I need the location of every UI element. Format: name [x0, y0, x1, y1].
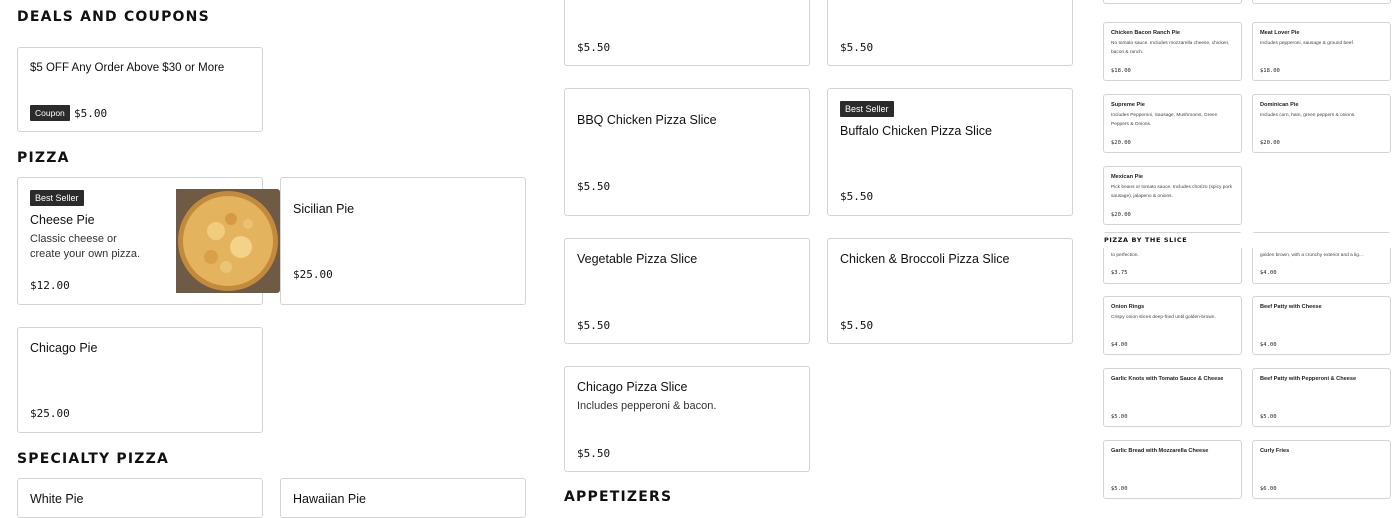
item-name: Onion Rings: [1111, 304, 1145, 310]
item-price: $5.50: [577, 319, 611, 332]
item-price: $5.00: [1111, 414, 1128, 420]
item-description: to perfection.: [1111, 253, 1139, 258]
best-seller-badge: Best Seller: [840, 101, 894, 117]
garlic-knots-card[interactable]: Garlic Knots with Tomato Sauce & Cheese …: [1103, 368, 1242, 427]
pizza-by-slice-section-title: PIZZA BY THE SLICE: [1104, 236, 1188, 244]
supreme-pie-card[interactable]: Supreme Pie Includes Pepperoni, Sausage,…: [1103, 94, 1242, 153]
dominican-pie-card[interactable]: Dominican Pie Includes corn, ham, green …: [1252, 94, 1391, 153]
item-name: Buffalo Chicken Pizza Slice: [840, 124, 992, 138]
beef-patty-cheese-card[interactable]: Beef Patty with Cheese $4.00: [1252, 296, 1391, 355]
item-price: $5.50: [577, 180, 611, 193]
item-price: $5.50: [840, 319, 874, 332]
item-name: BBQ Chicken Pizza Slice: [577, 113, 717, 127]
item-name: Meat Lover Pie: [1260, 30, 1300, 36]
item-price: $4.00: [1260, 342, 1277, 348]
item-price: $20.00: [1111, 140, 1131, 146]
item-name: Beef Patty with Pepperoni & Cheese: [1260, 376, 1357, 382]
curly-fries-card[interactable]: Curly Fries $6.00: [1252, 440, 1391, 499]
coupon-badge: Coupon: [30, 105, 70, 121]
item-price: $18.00: [1111, 68, 1131, 74]
item-name: Curly Fries: [1260, 448, 1290, 454]
slice-card-top-left[interactable]: $5.50: [564, 0, 810, 66]
onion-rings-card[interactable]: Onion Rings Crispy onion slices deep-fri…: [1103, 296, 1242, 355]
item-price: $25.00: [30, 407, 70, 420]
mexican-pie-card[interactable]: Mexican Pie Pick beans or tomato sauce. …: [1103, 166, 1242, 225]
coupon-title: $5 OFF Any Order Above $30 or More: [30, 62, 225, 74]
item-name: Mexican Pie: [1111, 174, 1144, 180]
item-price: $5.50: [840, 190, 874, 203]
item-name: White Pie: [30, 492, 84, 506]
menu-card-partial[interactable]: [1103, 0, 1242, 4]
item-name: Hawaiian Pie: [293, 492, 366, 506]
chicken-bacon-ranch-card[interactable]: Chicken Bacon Ranch Pie No tomato sauce.…: [1103, 22, 1242, 81]
item-name: Garlic Bread with Mozzarella Cheese: [1111, 448, 1209, 454]
white-pie-card[interactable]: White Pie: [17, 478, 263, 518]
pizza-section-title: PIZZA: [17, 150, 70, 166]
item-price: $6.00: [1260, 486, 1277, 492]
sicilian-pie-card[interactable]: Sicilian Pie $25.00: [280, 177, 526, 305]
item-description: Includes Pepperoni, Sausage, Mushrooms, …: [1111, 113, 1218, 127]
item-name: Chicago Pie: [30, 341, 98, 355]
item-description: Crispy onion slices deep-fried until gol…: [1111, 315, 1216, 320]
item-name: Chicago Pizza Slice: [577, 380, 688, 394]
item-price: $20.00: [1111, 212, 1131, 218]
appetizers-section-title: APPETIZERS: [564, 489, 673, 505]
item-price: $5.00: [1111, 486, 1128, 492]
cheese-pie-card[interactable]: Best Seller Cheese Pie Classic cheese or…: [17, 177, 280, 305]
specialty-section-title: SPECIALTY PIZZA: [17, 451, 169, 467]
item-price: $5.50: [577, 447, 611, 460]
item-name: Supreme Pie: [1111, 102, 1145, 108]
hawaiian-pie-card[interactable]: Hawaiian Pie: [280, 478, 526, 518]
bbq-chicken-slice-card[interactable]: BBQ Chicken Pizza Slice $5.50: [564, 88, 810, 216]
item-name: Sicilian Pie: [293, 202, 355, 216]
deals-section-title: DEALS AND COUPONS: [17, 9, 210, 25]
item-price: $5.50: [840, 41, 874, 54]
item-name: Vegetable Pizza Slice: [577, 252, 698, 266]
item-description: Pick beans or tomato sauce. Includes cho…: [1111, 185, 1233, 199]
item-description: Includes pepperoni, sausage & ground bee…: [1260, 41, 1355, 46]
vegetable-slice-card[interactable]: Vegetable Pizza Slice $5.50: [564, 238, 810, 344]
item-description: golden brown, with a crunchy exterior an…: [1260, 253, 1363, 258]
item-name: Garlic Knots with Tomato Sauce & Cheese: [1111, 376, 1224, 382]
chicago-slice-card[interactable]: Chicago Pizza Slice Includes pepperoni &…: [564, 366, 810, 472]
item-description: No tomato sauce. Includes mozzarella che…: [1111, 41, 1230, 55]
item-price: $5.00: [1260, 414, 1277, 420]
beef-patty-pepperoni-card[interactable]: Beef Patty with Pepperoni & Cheese $5.00: [1252, 368, 1391, 427]
item-description: Classic cheese or create your own pizza.: [30, 233, 141, 260]
best-seller-badge: Best Seller: [30, 190, 84, 206]
item-name: Cheese Pie: [30, 213, 95, 227]
item-name: Chicken & Broccoli Pizza Slice: [840, 252, 1010, 266]
item-name: Beef Patty with Cheese: [1260, 304, 1322, 310]
item-price: $12.00: [30, 279, 70, 292]
chicken-broccoli-slice-card[interactable]: Chicken & Broccoli Pizza Slice $5.50: [827, 238, 1073, 344]
item-price: $20.00: [1260, 140, 1280, 146]
item-description: Includes pepperoni & bacon.: [577, 400, 717, 412]
item-price: $5.50: [577, 41, 611, 54]
meat-lover-card[interactable]: Meat Lover Pie Includes pepperoni, sausa…: [1252, 22, 1391, 81]
item-price: $25.00: [293, 268, 333, 281]
item-price: $3.75: [1111, 270, 1128, 276]
item-price: $18.00: [1260, 68, 1280, 74]
item-name: Dominican Pie: [1260, 102, 1299, 108]
garlic-bread-card[interactable]: Garlic Bread with Mozzarella Cheese $5.0…: [1103, 440, 1242, 499]
coupon-amount: $5.00: [74, 107, 108, 120]
coupon-card[interactable]: $5 OFF Any Order Above $30 or More Coupo…: [17, 47, 263, 132]
cheese-pizza-image: [176, 189, 280, 293]
item-price: $4.00: [1260, 270, 1277, 276]
buffalo-chicken-slice-card[interactable]: Best Seller Buffalo Chicken Pizza Slice …: [827, 88, 1073, 216]
item-price: $4.00: [1111, 342, 1128, 348]
chicago-pie-card[interactable]: Chicago Pie $25.00: [17, 327, 263, 433]
item-name: Chicken Bacon Ranch Pie: [1111, 30, 1181, 36]
menu-card-partial[interactable]: [1252, 0, 1391, 4]
item-description: Includes corn, ham, green peppers & onio…: [1260, 113, 1356, 118]
slice-card-top-right[interactable]: $5.50: [827, 0, 1073, 66]
